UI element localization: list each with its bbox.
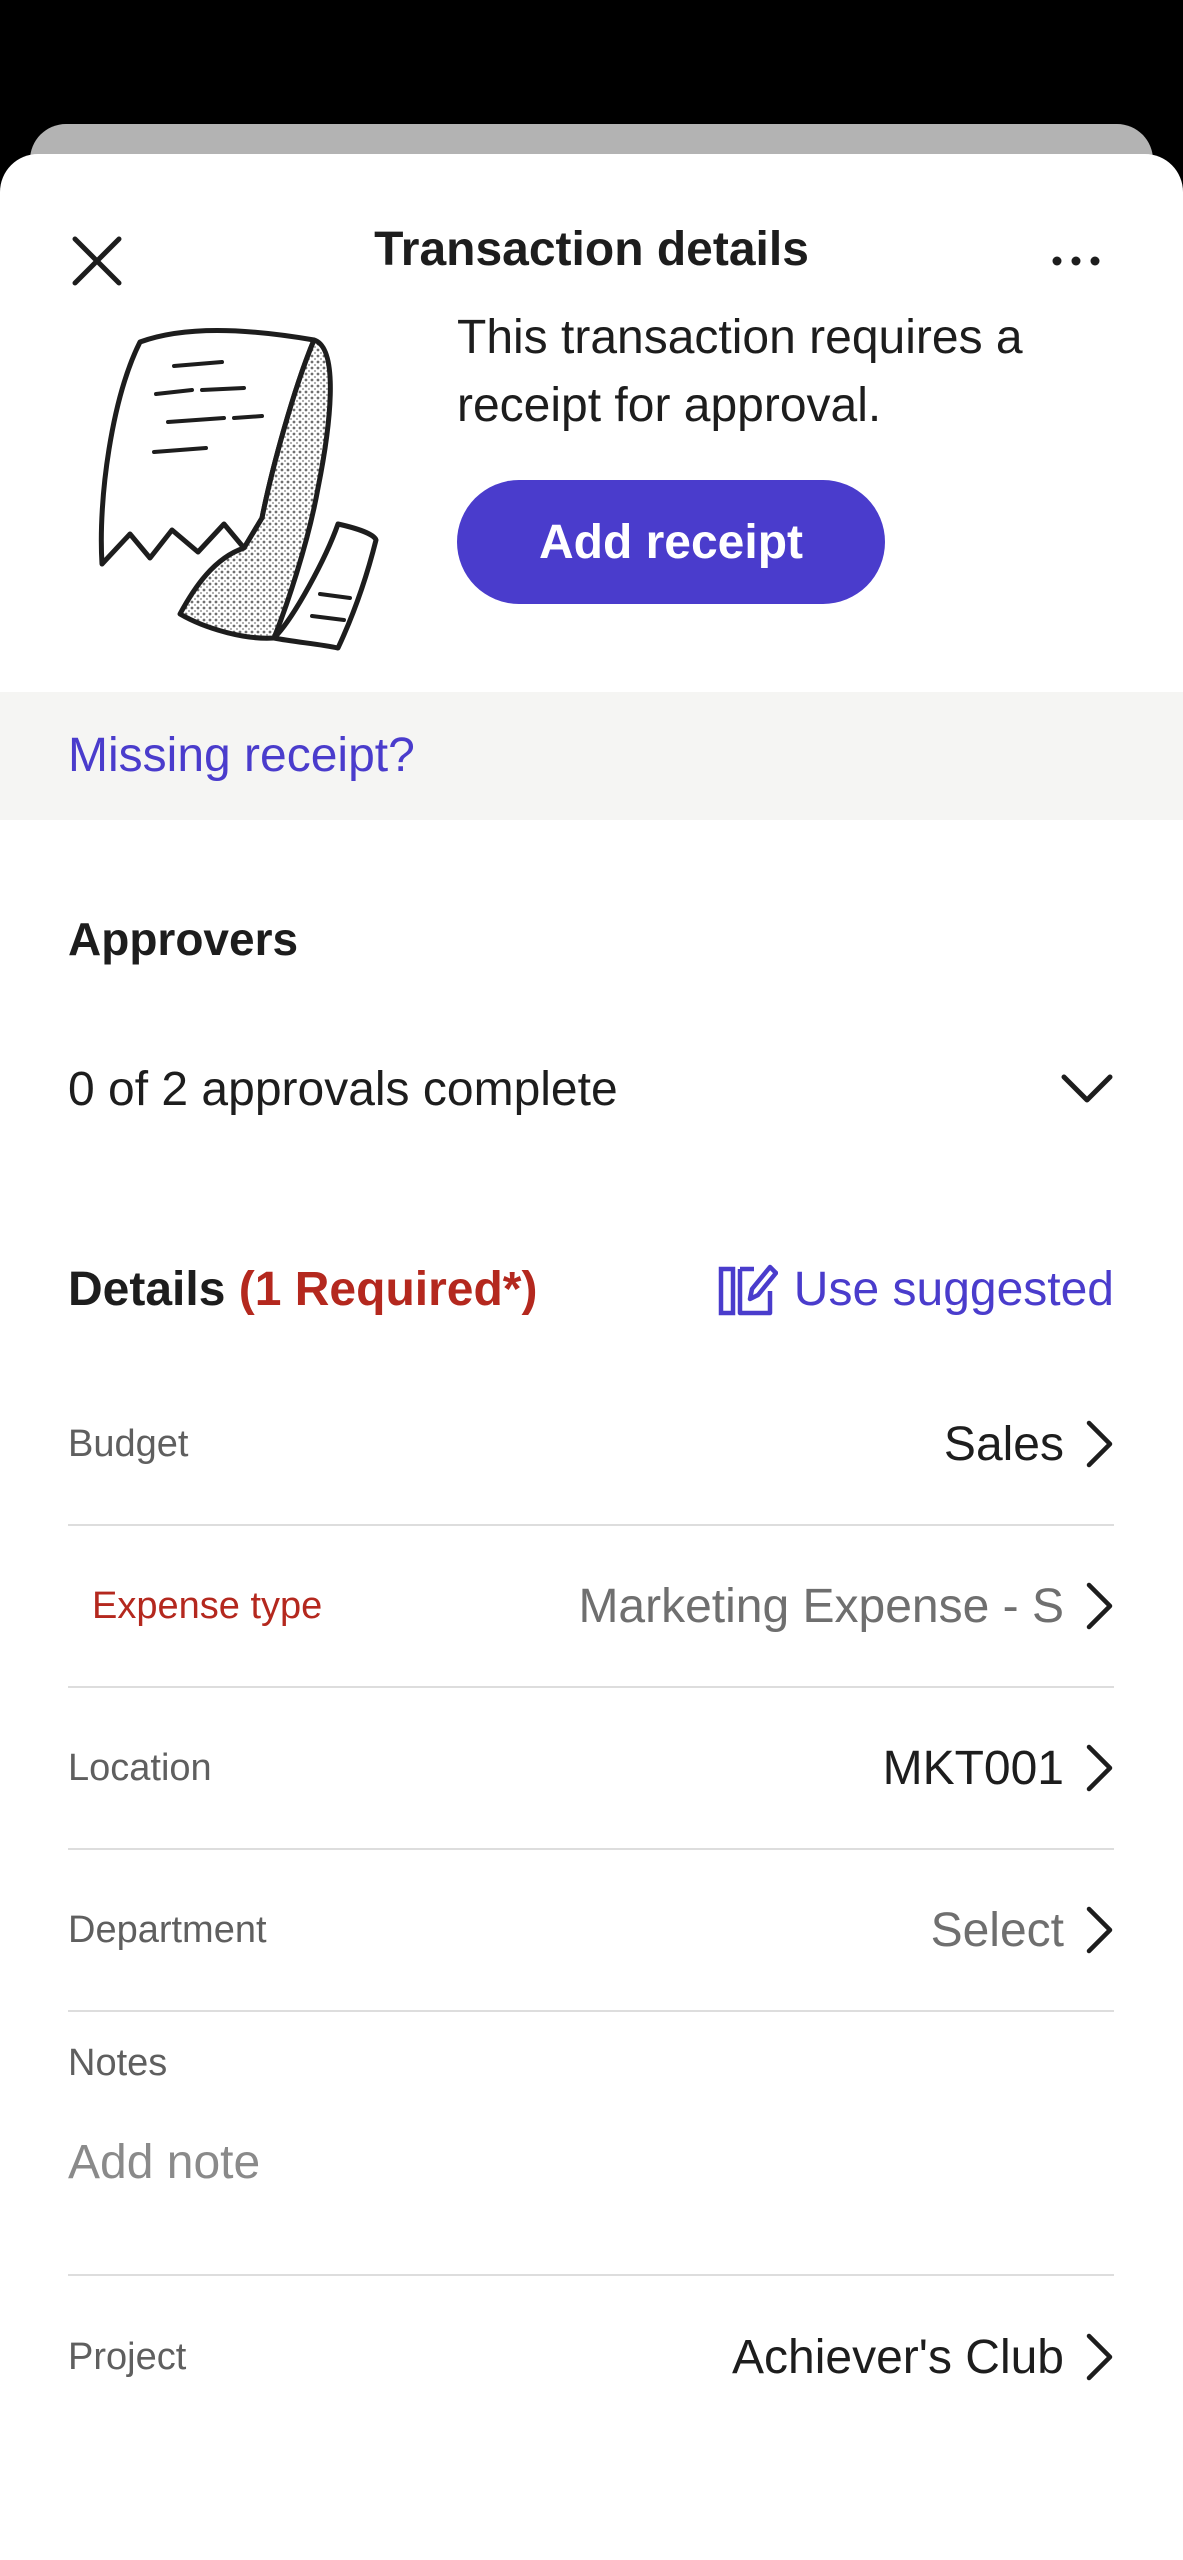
- field-label: Budget: [68, 1422, 189, 1465]
- field-value: Marketing Expense - S: [578, 1579, 1064, 1633]
- use-suggested-label: Use suggested: [793, 1262, 1114, 1316]
- field-value-wrap: Achiever's Club: [732, 2330, 1114, 2385]
- expense-type-field[interactable]: Expense type Marketing Expense - S: [68, 1526, 1114, 1688]
- chevron-right-icon: [1086, 1420, 1113, 1468]
- required-count-note: (1 Required*): [238, 1262, 538, 1316]
- chevron-right-icon: [1086, 1582, 1113, 1630]
- budget-field[interactable]: Budget Sales: [68, 1364, 1114, 1526]
- chevron-right-icon: [1086, 1906, 1113, 1954]
- chevron-right-icon: [1086, 1744, 1113, 1792]
- field-value-wrap: MKT001: [883, 1741, 1114, 1796]
- chevron-right-icon: [1086, 2333, 1113, 2381]
- field-label: Department: [68, 1908, 267, 1951]
- project-field[interactable]: Project Achiever's Club: [68, 2276, 1114, 2438]
- field-value-wrap: Marketing Expense - S: [578, 1579, 1114, 1634]
- approvals-status-text: 0 of 2 approvals complete: [68, 1062, 618, 1116]
- location-field[interactable]: Location MKT001: [68, 1688, 1114, 1850]
- more-horizontal-icon: [1052, 256, 1100, 266]
- field-value: Select: [930, 1903, 1064, 1957]
- missing-receipt-bar: Missing receipt?: [0, 692, 1183, 820]
- use-suggested-button[interactable]: Use suggested: [718, 1261, 1114, 1317]
- add-receipt-button[interactable]: Add receipt: [457, 480, 885, 604]
- field-value: Sales: [943, 1417, 1064, 1471]
- receipt-illustration-icon: [98, 328, 379, 651]
- details-heading: Details (1 Required*): [68, 1262, 537, 1317]
- transaction-details-sheet: Transaction details This transaction req…: [0, 154, 1183, 2560]
- approvals-status-dropdown[interactable]: 0 of 2 approvals complete: [68, 1044, 1114, 1134]
- notes-input[interactable]: [68, 2122, 1114, 2202]
- more-options-button[interactable]: [1036, 224, 1116, 298]
- field-value: MKT001: [882, 1741, 1064, 1795]
- field-label: Project: [68, 2335, 187, 2378]
- details-title: Details: [68, 1262, 226, 1316]
- field-value: Achiever's Club: [732, 2330, 1064, 2384]
- field-label: Location: [68, 1746, 212, 1789]
- receipt-required-message: This transaction requires a receipt for …: [457, 311, 1023, 432]
- edit-suggest-icon: [718, 1264, 778, 1316]
- field-value-wrap: Sales: [944, 1417, 1114, 1472]
- chevron-down-icon: [1061, 1074, 1113, 1103]
- notes-field: Notes: [68, 2012, 1114, 2276]
- field-value-wrap: Select: [931, 1903, 1114, 1958]
- close-button[interactable]: [60, 224, 134, 298]
- approvers-heading: Approvers: [68, 913, 299, 965]
- close-icon: [72, 236, 122, 286]
- field-label-required: Expense type: [92, 1584, 323, 1627]
- details-header: Details (1 Required*) Use suggested: [68, 1244, 1114, 1334]
- department-field[interactable]: Department Select: [68, 1850, 1114, 2012]
- missing-receipt-link[interactable]: Missing receipt?: [68, 728, 415, 783]
- notes-label: Notes: [68, 2042, 168, 2084]
- page-title: Transaction details: [374, 223, 809, 276]
